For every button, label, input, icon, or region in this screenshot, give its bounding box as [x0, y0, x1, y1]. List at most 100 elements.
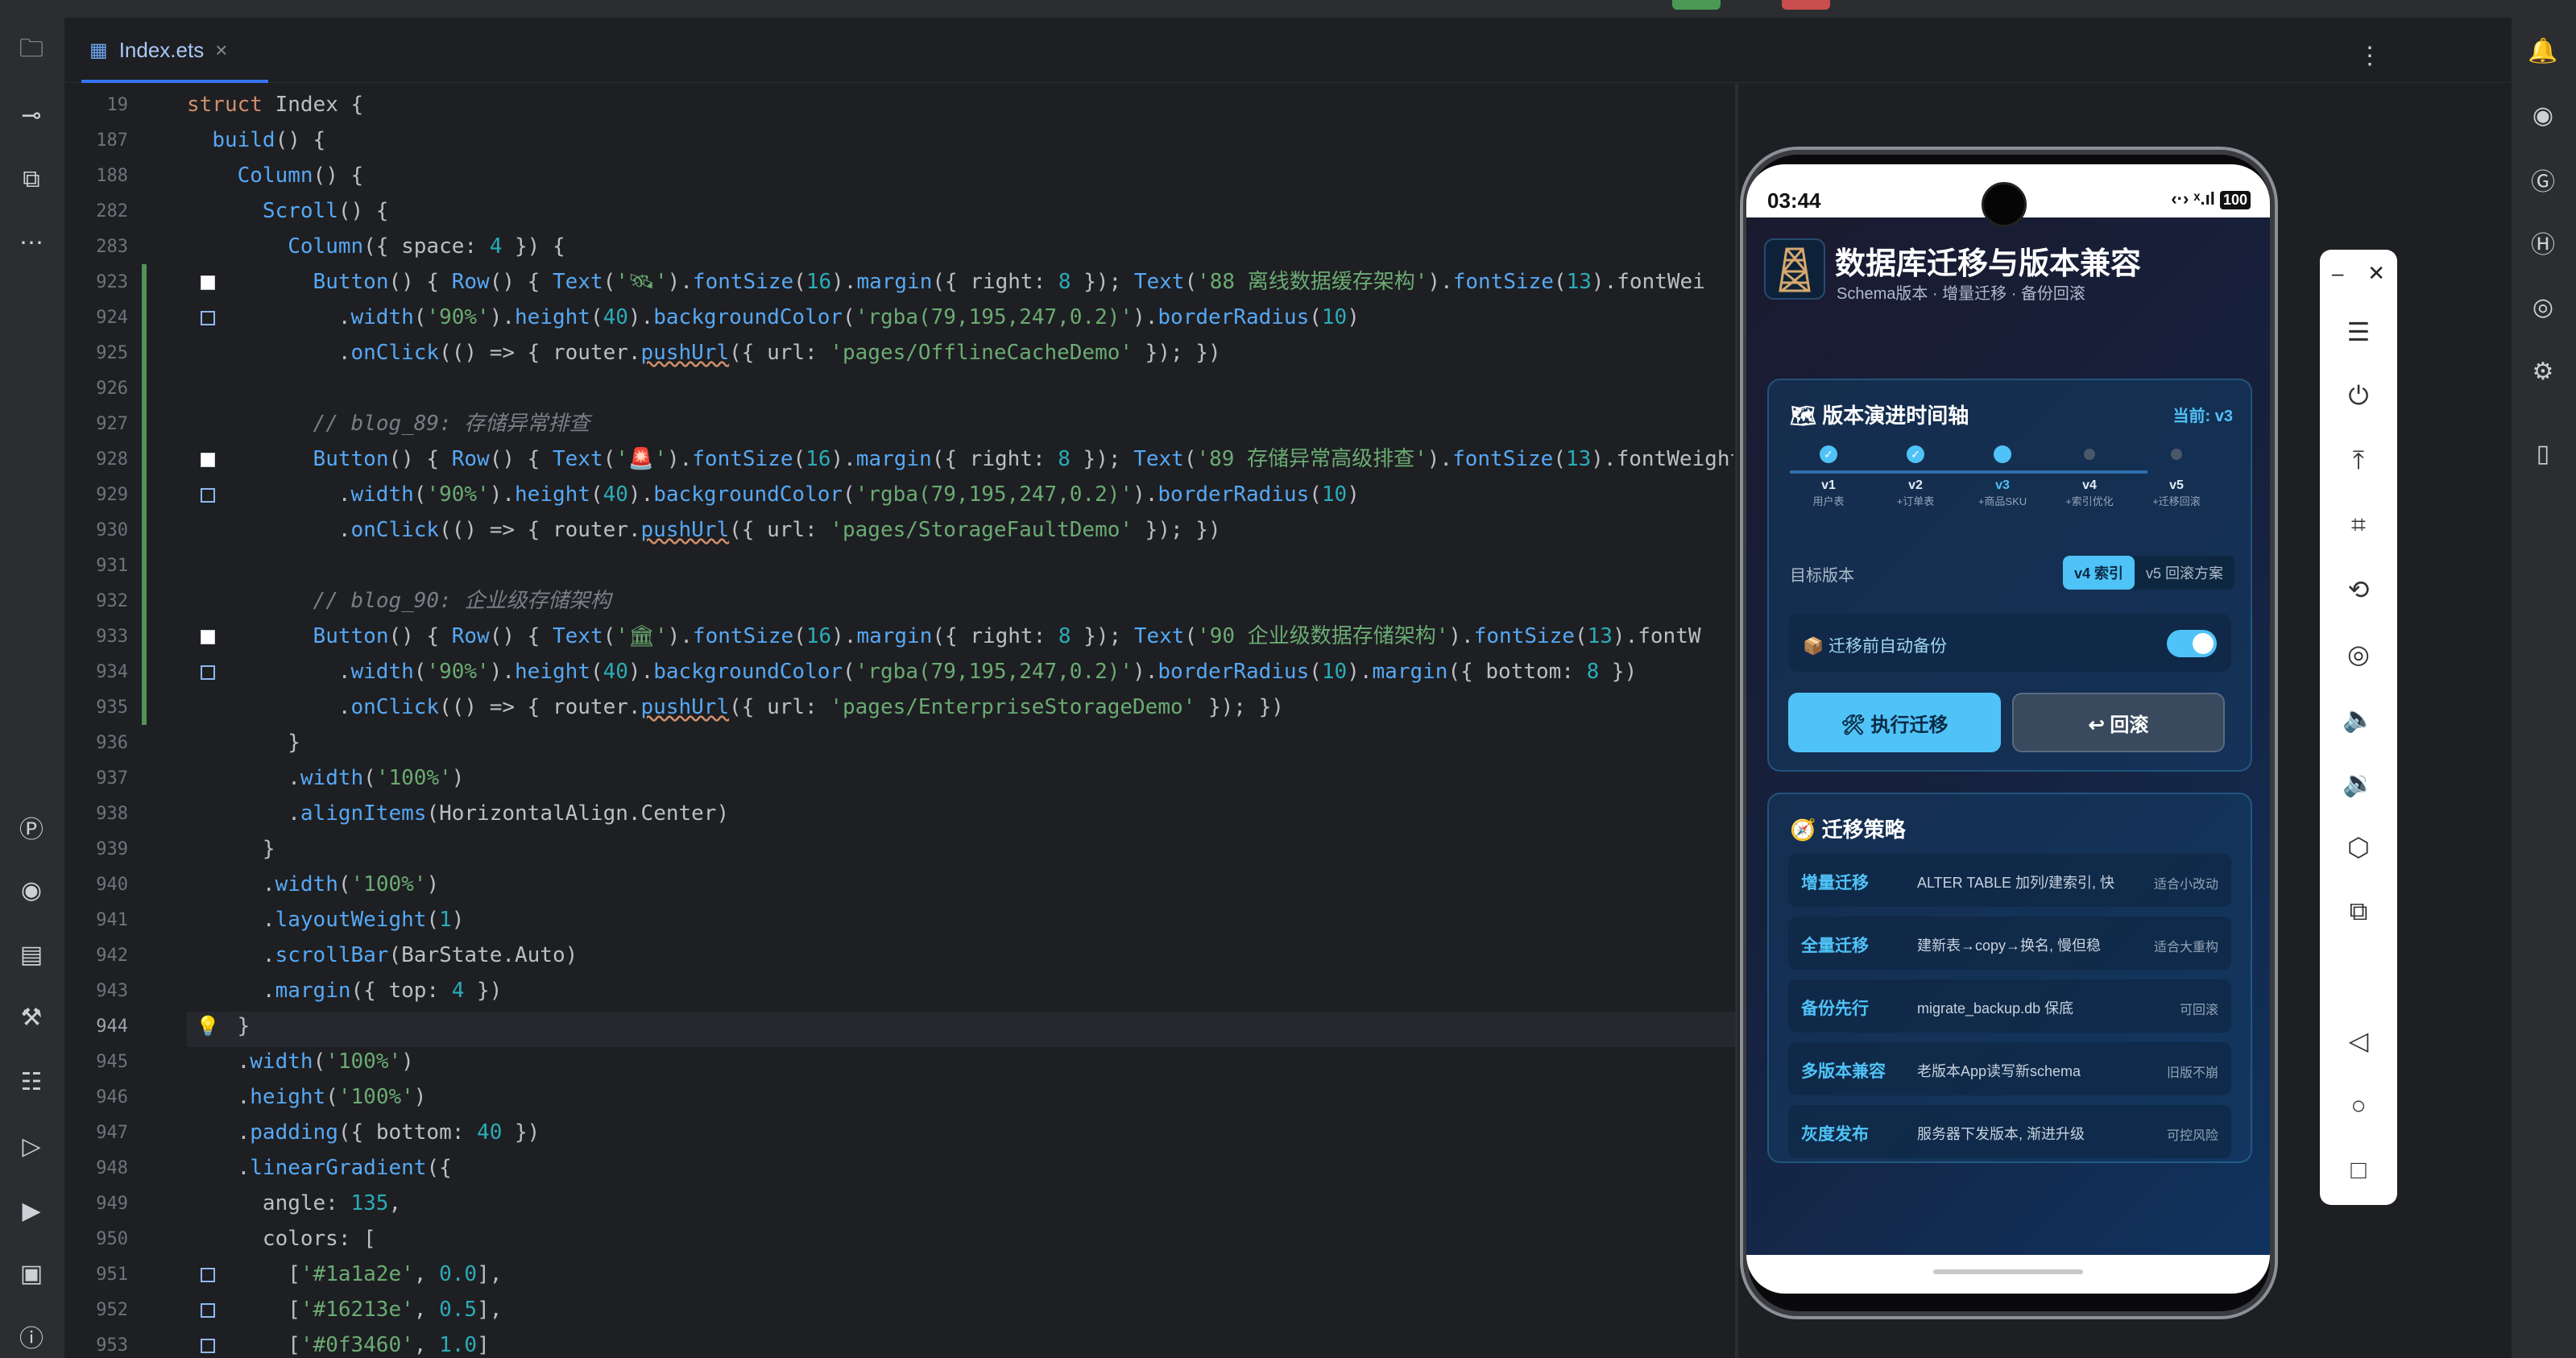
code-line[interactable]: .width('90%').height(40).backgroundColor…: [187, 477, 1360, 512]
code-line[interactable]: .width('100%'): [187, 867, 439, 902]
recents-icon[interactable]: □: [2338, 1149, 2379, 1190]
code-line[interactable]: Column() {: [187, 158, 364, 193]
code-line[interactable]: .padding({ bottom: 40 }): [187, 1115, 540, 1150]
code-token: width: [350, 660, 414, 684]
back-icon[interactable]: ◁: [2338, 1020, 2379, 1062]
services-icon[interactable]: ▷: [14, 1129, 48, 1163]
profiler-icon[interactable]: Ⓟ: [14, 810, 48, 844]
code-token: (BarState.Auto): [388, 943, 578, 967]
code-line[interactable]: .width('100%'): [187, 760, 464, 796]
code-line[interactable]: .linearGradient({: [187, 1150, 452, 1186]
plugin-icon[interactable]: ⚙: [2526, 354, 2560, 388]
code-line[interactable]: ['#0f3460', 1.0]: [187, 1327, 490, 1358]
code-token: Text: [553, 624, 603, 648]
code-line[interactable]: .alignItems(HorizontalAlign.Center): [187, 796, 729, 831]
code-line[interactable]: .onClick(() => { router.pushUrl({ url: '…: [187, 335, 1221, 371]
home-icon[interactable]: ○: [2338, 1084, 2379, 1126]
timeline-dot-v5: [2171, 449, 2182, 460]
problems-icon[interactable]: ⓘ: [14, 1319, 48, 1353]
code-line[interactable]: angle: 135,: [187, 1186, 401, 1221]
timeline-title: 🗺 版本演进时间轴: [1790, 404, 1969, 428]
code-line[interactable]: .width('90%').height(40).backgroundColor…: [187, 300, 1360, 335]
code-line[interactable]: colors: [: [187, 1221, 376, 1257]
code-line[interactable]: Column({ space: 4 }) {: [187, 229, 565, 264]
layout-icon[interactable]: ▤: [14, 938, 48, 971]
execute-migration-button[interactable]: 🛠 执行迁移: [1788, 693, 2001, 752]
code-token: () {: [313, 164, 364, 188]
screenshot-icon[interactable]: ◎: [2338, 633, 2379, 675]
terminal-icon[interactable]: ▣: [14, 1257, 48, 1290]
more-tools-icon[interactable]: ⋯: [14, 226, 48, 259]
code-line[interactable]: }: [187, 725, 300, 760]
stop-indicator-red[interactable]: [1782, 0, 1830, 10]
rollback-button[interactable]: ↩ 回滚: [2012, 693, 2225, 752]
code-token: });: [1071, 624, 1134, 648]
home-indicator[interactable]: [1933, 1269, 2083, 1274]
multi-device-icon[interactable]: ⧉: [2338, 891, 2379, 933]
strategy-row[interactable]: 多版本兼容 老版本App读写新schema 旧版不崩: [1788, 1042, 2231, 1095]
preview-eye-icon[interactable]: ◉: [2526, 98, 2560, 132]
rotate-icon[interactable]: ⟲: [2338, 569, 2379, 611]
code-line[interactable]: Button() { Row() { Text('🛰').fontSize(16…: [187, 264, 1705, 300]
inspector-icon[interactable]: ◉: [14, 873, 48, 907]
code-line[interactable]: }: [187, 1008, 251, 1044]
code-line[interactable]: struct Index {: [187, 87, 363, 122]
code-token: 40: [603, 660, 628, 684]
tab-more-icon[interactable]: ⋮: [2358, 42, 2382, 70]
option-v4[interactable]: v4 索引: [2062, 556, 2135, 590]
code-line[interactable]: }: [187, 831, 275, 867]
strategy-row[interactable]: 增量迁移 ALTER TABLE 加列/建索引, 快 适合小改动: [1788, 854, 2231, 907]
volume-down-icon[interactable]: 🔉: [2338, 762, 2379, 804]
notifications-icon[interactable]: 🔔: [2526, 34, 2560, 68]
option-v5[interactable]: v5 回滚方案: [2135, 556, 2234, 590]
copilot-icon[interactable]: Ⓖ: [2526, 163, 2560, 197]
commit-icon[interactable]: ⊸: [14, 98, 48, 132]
device-previewer-icon[interactable]: ▯: [2526, 437, 2560, 470]
close-tab-icon[interactable]: ×: [215, 38, 227, 63]
crop-icon[interactable]: ⌗: [2338, 504, 2379, 546]
code-line[interactable]: .height('100%'): [187, 1079, 427, 1115]
database-icon[interactable]: ◎: [2526, 290, 2560, 324]
code-line[interactable]: .onClick(() => { router.pushUrl({ url: '…: [187, 512, 1221, 548]
code-line[interactable]: build() {: [187, 122, 325, 158]
vcs-change-bar[interactable]: [142, 264, 147, 725]
tab-index-ets[interactable]: ▦ Index.ets ×: [81, 18, 268, 83]
minimize-icon[interactable]: –: [2332, 261, 2343, 286]
power-icon[interactable]: ⏻: [2338, 375, 2379, 417]
line-number-gutter[interactable]: 19 187 188 282 283 923 924 925 926 927 928 929 930 93…: [65, 84, 220, 1358]
code-token: Row: [451, 447, 490, 471]
fold-icon[interactable]: ⬡: [2338, 826, 2379, 868]
code-line[interactable]: // blog_90: 企业级存储架构: [187, 583, 611, 619]
active-tab-indicator: [81, 80, 268, 83]
structure-icon[interactable]: ⧉: [14, 163, 48, 197]
code-line[interactable]: .width('90%').height(40).backgroundColor…: [187, 654, 1637, 689]
volume-up-icon[interactable]: 🔈: [2338, 698, 2379, 739]
close-emulator-icon[interactable]: ✕: [2367, 261, 2385, 286]
code-line[interactable]: .layoutWeight(1): [187, 902, 464, 938]
code-line[interactable]: ['#16213e', 0.5],: [187, 1292, 502, 1327]
code-line[interactable]: Scroll() {: [187, 193, 389, 229]
code-line[interactable]: .margin({ top: 4 }): [187, 973, 502, 1008]
hvigor-icon[interactable]: Ⓗ: [2526, 226, 2560, 259]
run-indicator-green[interactable]: [1672, 0, 1721, 10]
strategy-row[interactable]: 全量迁移 建新表→copy→换名, 慢但稳 适合大重构: [1788, 917, 2231, 970]
phone-screen[interactable]: 03:44 ‹·› ˣ.ıl 100 数据库迁移与版本兼容 Schema版本 ·…: [1746, 164, 2270, 1294]
project-folder-icon[interactable]: 🗀: [14, 34, 48, 68]
code-line[interactable]: // blog_89: 存储异常排查: [187, 406, 590, 441]
code-line[interactable]: .scrollBar(BarState.Auto): [187, 938, 578, 973]
build-icon[interactable]: ⚒: [14, 1000, 48, 1034]
auto-backup-toggle[interactable]: [2167, 630, 2217, 657]
pin-top-icon[interactable]: ⤒: [2338, 440, 2379, 482]
code-line[interactable]: .width('100%'): [187, 1044, 414, 1079]
menu-icon[interactable]: ☰: [2338, 311, 2379, 353]
strategy-row[interactable]: 备份先行 migrate_backup.db 保底 可回滚: [1788, 979, 2231, 1033]
todo-icon[interactable]: ☷: [14, 1065, 48, 1099]
target-version-selector[interactable]: v4 索引 v5 回滚方案: [2062, 556, 2234, 590]
code-line[interactable]: .onClick(() => { router.pushUrl({ url: '…: [187, 689, 1284, 725]
code-line[interactable]: Button() { Row() { Text('🚨').fontSize(16…: [187, 441, 1733, 477]
run-icon[interactable]: ▶: [14, 1194, 48, 1228]
code-line[interactable]: Button() { Row() { Text('🏛').fontSize(16…: [187, 619, 1701, 654]
strategy-row[interactable]: 灰度发布 服务器下发版本, 渐进升级 可控风险: [1788, 1105, 2231, 1158]
code-line[interactable]: ['#1a1a2e', 0.0],: [187, 1257, 502, 1292]
code-editor[interactable]: struct Index { build() { Column() { Scro…: [187, 84, 1733, 1358]
